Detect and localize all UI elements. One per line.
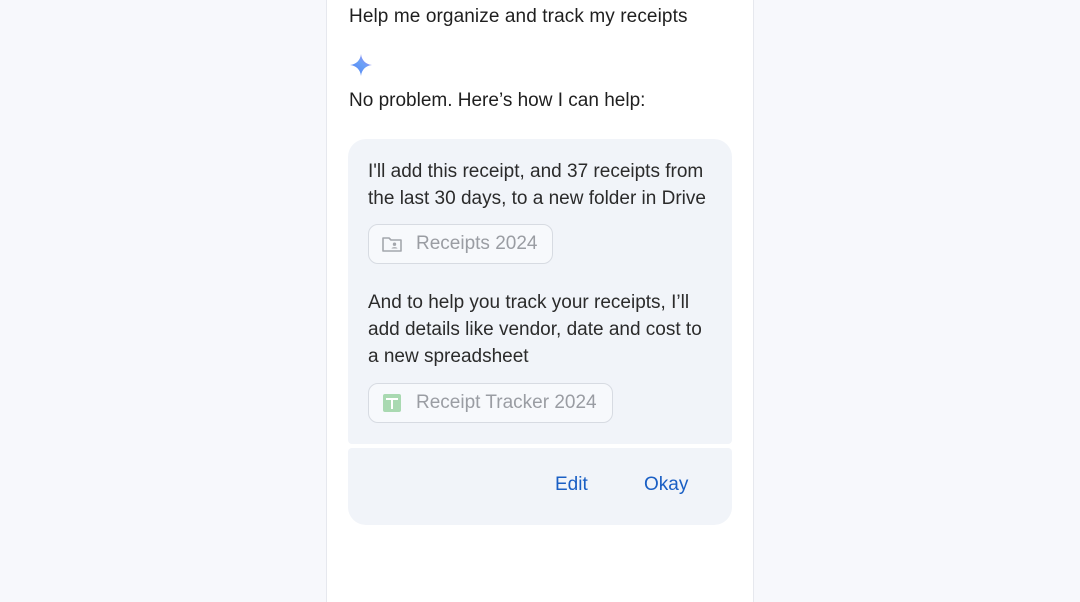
okay-button[interactable]: Okay [644,474,688,496]
edit-button[interactable]: Edit [555,474,588,496]
user-prompt: Help me organize and track my receipts [349,6,688,27]
assistant-intro: No problem. Here’s how I can help: [349,90,646,111]
action-bar: Edit Okay [348,448,732,525]
shared-folder-icon [382,237,402,252]
folder-chip-label: Receipts 2024 [416,233,538,254]
plan-card: I'll add this receipt, and 37 receipts f… [348,139,732,444]
folder-chip[interactable]: Receipts 2024 [368,224,554,264]
sheets-icon [383,394,401,412]
chat-panel: Help me organize and track my receipts N… [326,0,754,602]
step2-text: And to help you track your receipts, I’l… [368,292,702,367]
spreadsheet-chip[interactable]: Receipt Tracker 2024 [368,383,613,423]
step1-text: I'll add this receipt, and 37 receipts f… [368,161,706,209]
gemini-sparkle-icon [350,54,372,76]
spreadsheet-chip-label: Receipt Tracker 2024 [416,392,597,413]
